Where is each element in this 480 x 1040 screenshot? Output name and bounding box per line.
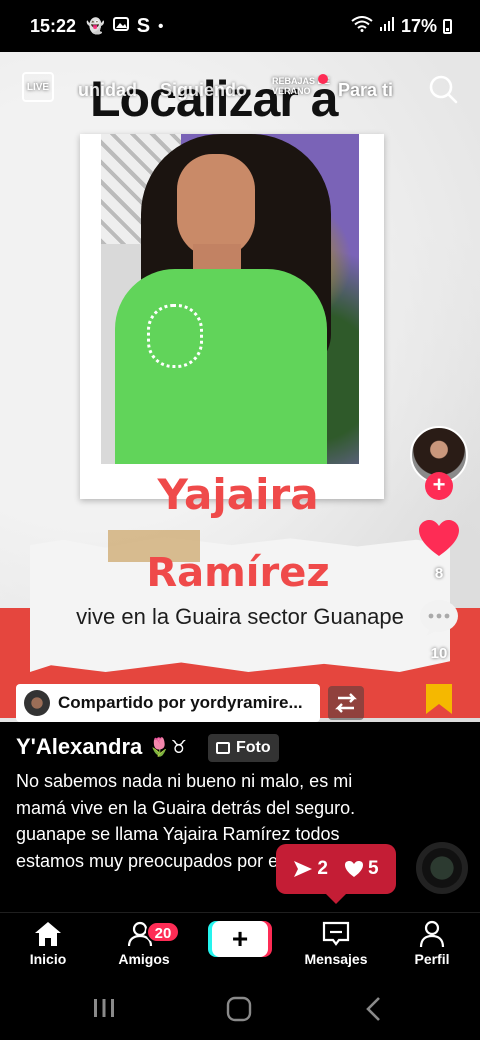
nav-profile[interactable]: Perfil xyxy=(392,919,472,967)
caption-area: Y'Alexandra 🌷♉ Foto No sabemos nada ni b… xyxy=(0,722,480,912)
repost-icon[interactable] xyxy=(328,686,364,720)
image-icon xyxy=(112,17,129,35)
sharer-avatar xyxy=(24,690,50,716)
create-button[interactable]: + xyxy=(212,921,268,957)
live-button[interactable]: LIVE xyxy=(22,72,54,102)
music-disc-icon[interactable] xyxy=(416,842,468,894)
nav-home[interactable]: Inicio xyxy=(8,919,88,967)
follow-plus-icon[interactable]: + xyxy=(425,472,453,500)
comment-icon[interactable] xyxy=(418,598,460,638)
dot-icon: • xyxy=(158,17,164,35)
heart-icon xyxy=(345,861,363,877)
search-icon[interactable] xyxy=(428,74,458,104)
home-system-icon[interactable] xyxy=(226,996,252,1027)
author-emojis: 🌷♉ xyxy=(148,736,187,757)
signal-icon xyxy=(379,16,395,37)
recents-icon[interactable] xyxy=(92,996,116,1025)
profile-icon[interactable] xyxy=(392,919,472,949)
like-button[interactable]: 8 xyxy=(410,518,468,582)
status-bar: 15:22 👻 S • 17% xyxy=(0,0,480,52)
comment-count: 10 xyxy=(430,645,448,662)
nav-messages-label: Mensajes xyxy=(304,951,368,967)
comment-button[interactable]: 10 xyxy=(410,598,468,662)
author-line[interactable]: Y'Alexandra 🌷♉ xyxy=(16,734,187,760)
snapchat-icon: 👻 xyxy=(86,18,105,35)
photo-badge-label: Foto xyxy=(236,739,271,756)
tab-comunidad[interactable]: unidad xyxy=(78,80,137,101)
nav-friends[interactable]: Amigos 20 xyxy=(104,919,184,967)
shares-notif: 2 xyxy=(293,858,328,880)
author-name[interactable]: Y'Alexandra xyxy=(16,734,142,760)
creator-avatar[interactable]: + xyxy=(410,426,468,500)
home-icon[interactable] xyxy=(8,919,88,949)
battery-icon xyxy=(443,18,452,34)
nav-profile-label: Perfil xyxy=(414,951,450,967)
wifi-icon xyxy=(351,15,373,37)
like-count: 8 xyxy=(434,565,444,582)
shared-by-pill[interactable]: Compartido por yordyramire... xyxy=(16,684,320,722)
s-icon: S xyxy=(136,14,151,37)
inbox-icon[interactable] xyxy=(296,919,376,949)
heart-icon[interactable] xyxy=(417,518,461,558)
back-icon[interactable] xyxy=(364,996,384,1027)
polaroid-photo-frame xyxy=(80,134,384,499)
nav-friends-label: Amigos xyxy=(118,951,170,967)
shared-by-text: Compartido por yordyramire... xyxy=(58,693,303,712)
tab-para-ti[interactable]: Para ti xyxy=(338,80,393,101)
battery-percent: 17% xyxy=(400,15,437,36)
tab-siguiendo[interactable]: Siguiendo xyxy=(160,80,247,101)
bookmark-icon[interactable] xyxy=(424,682,454,716)
friends-badge: 20 xyxy=(146,921,180,943)
name-first: Yajaira xyxy=(157,470,319,519)
send-icon xyxy=(294,861,313,877)
likes-notif: 5 xyxy=(344,858,379,880)
photo-icon xyxy=(216,742,230,754)
name-last: Ramírez xyxy=(146,550,330,596)
bottom-nav: Inicio Amigos 20 + Mensajes Perfil xyxy=(0,912,480,974)
clock: 15:22 xyxy=(30,15,77,36)
person-photo xyxy=(101,134,359,464)
nav-home-label: Inicio xyxy=(29,951,67,967)
nav-messages[interactable]: Mensajes xyxy=(296,919,376,967)
system-nav-bar xyxy=(0,974,480,1040)
top-nav: LIVE unidad Siguiendo REBAJAS DE VERANO … xyxy=(0,62,480,118)
post-description: vive en la Guaira sector Guanape xyxy=(76,604,404,629)
photo-badge: Foto xyxy=(208,734,279,762)
tab-notification-dot xyxy=(318,74,328,84)
activity-notification[interactable]: 2 5 xyxy=(276,844,396,904)
